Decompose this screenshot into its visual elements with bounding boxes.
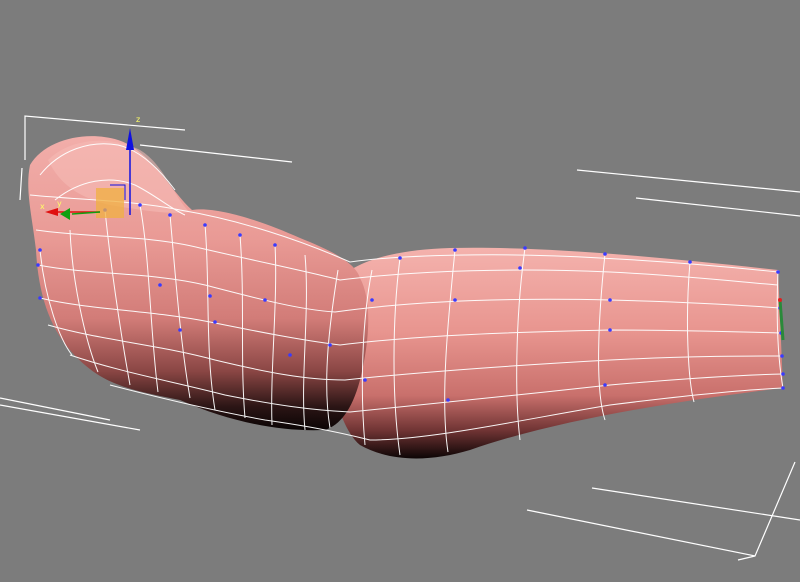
viewport-canvas[interactable]: z x y bbox=[0, 0, 800, 582]
gizmo-plane-handle[interactable] bbox=[96, 188, 124, 218]
poly-model[interactable] bbox=[28, 136, 785, 459]
gizmo-z-arrow[interactable] bbox=[126, 128, 134, 150]
gizmo-z-label: z bbox=[136, 115, 140, 124]
gizmo-x-label: x bbox=[40, 202, 45, 211]
end-cap-vertex bbox=[778, 298, 782, 302]
gizmo-y-label: y bbox=[57, 199, 62, 208]
perspective-viewport[interactable]: z x y bbox=[0, 0, 800, 582]
